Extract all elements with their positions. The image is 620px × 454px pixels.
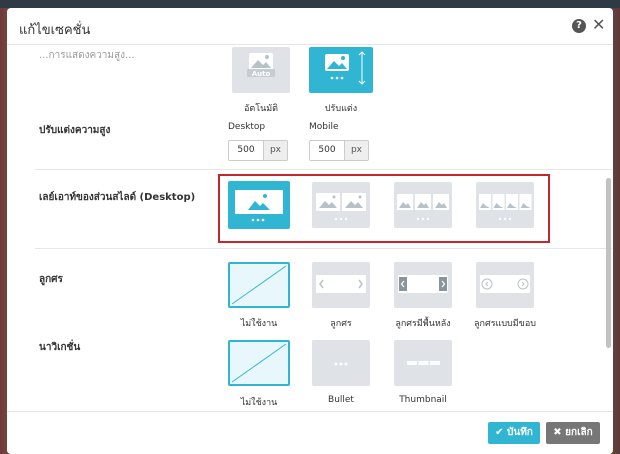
modal-header: แก้ไขเซคชั่น ? ✕ [7, 8, 613, 45]
custom-height-label: ปรับแต่งความสูง [39, 125, 111, 136]
navigation-none-caption: ไม่ใช้งาน [240, 398, 278, 408]
arrows-bordered-option[interactable] [476, 262, 534, 308]
edit-section-modal: แก้ไขเซคชั่น ? ✕ ...การแสดงความสูง... Au… [7, 8, 613, 454]
arrows-bg-caption: ลูกศรมีพื้นหลัง [395, 319, 451, 329]
arrows-bg-option[interactable] [394, 262, 452, 308]
section-height-mode-label: ...การแสดงความสูง... [39, 50, 135, 61]
divider [35, 248, 612, 249]
desktop-height-unit: px [263, 141, 287, 160]
scroll-thumb[interactable] [606, 178, 611, 348]
height-custom-caption: ปรับแต่ง [324, 104, 358, 114]
desktop-height-label: Desktop [228, 122, 266, 132]
modal-footer: ✔ บันทึก ✖ ยกเลิก [7, 411, 613, 454]
desktop-height-value[interactable]: 500 [229, 141, 263, 160]
height-custom-option[interactable] [309, 47, 373, 93]
navigation-thumbnail-option[interactable] [394, 340, 452, 386]
layout-3-per-slide[interactable] [394, 182, 452, 228]
arrows-label: ลูกศร [39, 274, 63, 285]
modal-title: แก้ไขเซคชั่น [19, 23, 91, 38]
bullet-dots-icon [334, 362, 348, 366]
desktop-height-input[interactable]: 500 px [228, 140, 288, 161]
height-auto-option[interactable]: Auto [232, 47, 290, 93]
layout-2-per-slide[interactable] [312, 182, 370, 228]
four-images-icon [479, 194, 532, 221]
two-images-icon [316, 193, 366, 221]
mobile-height-input[interactable]: 500 px [309, 140, 369, 161]
image-resize-icon [325, 51, 366, 85]
navigation-none-option[interactable] [228, 340, 290, 386]
navigation-label: นาวิเกชั่น [39, 342, 81, 353]
backdrop-topbar [0, 0, 620, 8]
slide-layout-label: เลย์เอาท์ของส่วนสไลด์ (Desktop) [39, 192, 196, 203]
thumbnail-bars-icon [407, 361, 440, 365]
arrows-plain-option[interactable] [312, 262, 370, 308]
height-auto-caption: อัตโนมัติ [243, 104, 278, 114]
mobile-height-value[interactable]: 500 [310, 141, 344, 160]
divider [35, 169, 612, 170]
cancel-button[interactable]: ✖ ยกเลิก [546, 422, 600, 444]
navigation-thumbnail-caption: Thumbnail [399, 395, 447, 405]
arrows-icon [316, 275, 366, 293]
none-slash-icon [231, 265, 287, 305]
arrows-bordered-caption: ลูกศรแบบมีขอบ [474, 319, 536, 329]
arrows-with-background-icon [398, 275, 448, 293]
none-slash-icon [231, 343, 287, 383]
mobile-height-label: Mobile [309, 122, 339, 132]
save-button[interactable]: ✔ บันทึก [488, 422, 540, 444]
arrows-none-option[interactable] [228, 262, 290, 308]
close-icon[interactable]: ✕ [592, 17, 605, 33]
modal-scrollbar[interactable] [606, 48, 611, 348]
arrows-none-caption: ไม่ใช้งาน [240, 319, 278, 329]
three-images-icon [397, 194, 449, 221]
layout-1-per-slide[interactable] [228, 181, 290, 229]
help-icon[interactable]: ? [572, 19, 586, 33]
x-icon: ✖ [553, 427, 562, 438]
mobile-height-unit: px [344, 141, 368, 160]
modal-body[interactable]: ...การแสดงความสูง... Auto อัตโนมัติ ปรับ… [7, 46, 613, 411]
navigation-bullet-caption: Bullet [328, 395, 354, 405]
save-label: บันทึก [507, 427, 533, 438]
arrows-bordered-icon [480, 275, 530, 293]
arrows-plain-caption: ลูกศร [330, 319, 352, 329]
navigation-bullet-option[interactable] [312, 340, 370, 386]
check-icon: ✔ [495, 427, 504, 438]
single-image-icon [235, 190, 283, 222]
layout-4-per-slide[interactable] [476, 182, 534, 228]
cancel-label: ยกเลิก [565, 427, 593, 438]
auto-badge: Auto [251, 70, 271, 78]
